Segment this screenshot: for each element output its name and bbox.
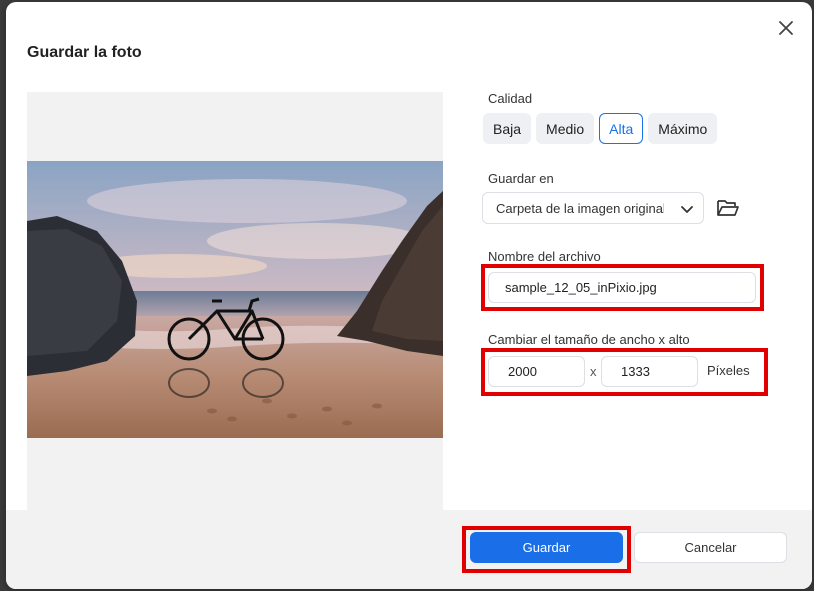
save-location-label: Guardar en — [488, 171, 554, 186]
photo-preview-image — [27, 161, 443, 438]
file-name-input[interactable]: sample_12_05_inPixio.jpg — [488, 272, 756, 303]
folder-open-icon — [717, 200, 739, 216]
save-location-select[interactable]: Carpeta de la imagen original — [482, 192, 704, 224]
quality-label: Calidad — [488, 91, 533, 106]
width-input[interactable]: 2000 — [488, 356, 585, 387]
quality-option-max[interactable]: Máximo — [648, 113, 718, 144]
quality-option-low[interactable]: Baja — [483, 113, 532, 144]
close-icon — [779, 21, 793, 35]
unit-label: Píxeles — [707, 363, 750, 378]
browse-folder-button[interactable] — [716, 197, 740, 219]
save-button[interactable]: Guardar — [470, 532, 623, 563]
save-location-value: Carpeta de la imagen original — [496, 200, 664, 216]
dialog-title: Guardar la foto — [27, 44, 142, 61]
close-button[interactable] — [774, 16, 798, 40]
quality-option-medium[interactable]: Medio — [536, 113, 595, 144]
dimension-separator: x — [590, 364, 597, 379]
chevron-down-icon — [681, 206, 693, 213]
quality-option-high[interactable]: Alta — [599, 113, 644, 144]
file-name-label: Nombre del archivo — [488, 249, 601, 264]
height-input[interactable]: 1333 — [601, 356, 698, 387]
resize-label: Cambiar el tamaño de ancho x alto — [488, 332, 690, 347]
image-preview — [27, 92, 443, 510]
quality-options: Baja Medio Alta Máximo — [483, 113, 718, 144]
cancel-button[interactable]: Cancelar — [634, 532, 787, 563]
